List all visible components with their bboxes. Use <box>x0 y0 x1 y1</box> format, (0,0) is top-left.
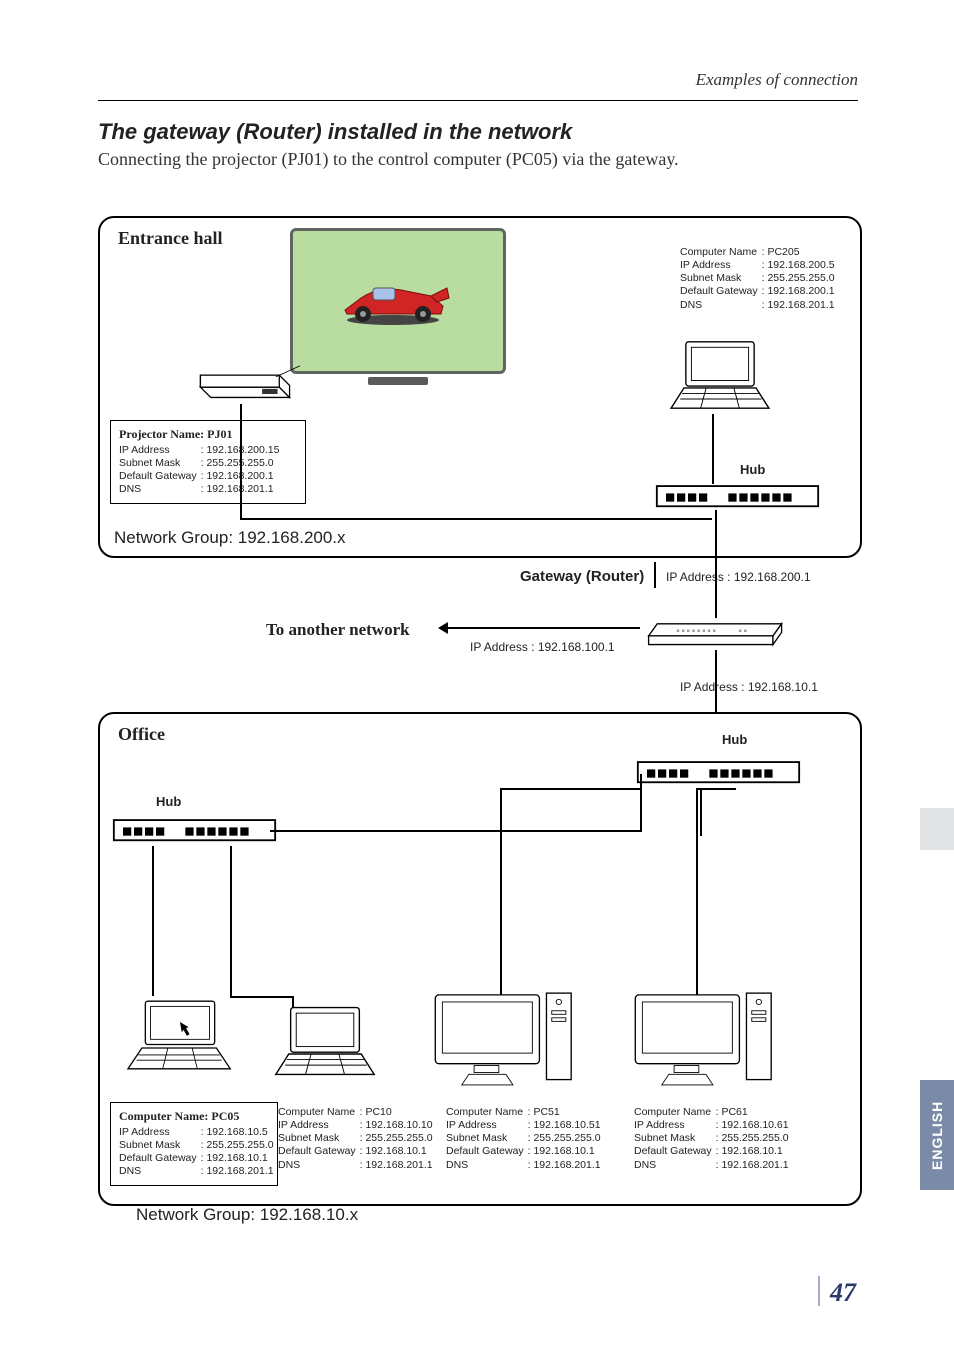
segment-office: Office Hub Hub <box>98 712 862 1206</box>
hub-label-right: Hub <box>722 732 747 747</box>
racecar-icon <box>333 276 453 326</box>
pc05-title: Computer Name: PC05 <box>119 1109 269 1124</box>
segment-title: Entrance hall <box>118 228 223 249</box>
to-another-network: To another network <box>266 620 410 640</box>
hub-label-top: Hub <box>740 462 765 477</box>
laptop-icon <box>660 336 780 414</box>
network-group-bottom: Network Group: 192.168.10.x <box>136 1205 358 1225</box>
desktop-icon <box>630 984 780 1094</box>
projector-icon <box>190 358 300 406</box>
desktop-icon <box>430 984 580 1094</box>
pc61-info: Computer Name: PC61 IP Address: 192.168.… <box>634 1106 793 1172</box>
router-icon <box>640 610 785 648</box>
pc05-info-box: Computer Name: PC05 IP Address: 192.168.… <box>110 1102 278 1186</box>
laptop-icon <box>260 1002 390 1080</box>
segment-title-office: Office <box>118 724 165 745</box>
projection-screen-icon <box>290 228 506 374</box>
hub-label-left: Hub <box>156 794 181 809</box>
pc51-info: Computer Name: PC51 IP Address: 192.168.… <box>446 1106 605 1172</box>
pc10-info: Computer Name: PC10 IP Address: 192.168.… <box>278 1106 437 1172</box>
section-lede: Connecting the projector (PJ01) to the c… <box>98 149 858 170</box>
segment-entrance-hall: Entrance hall Projector Name: PJ01 IP Ad… <box>98 216 862 558</box>
breadcrumb: Examples of connection <box>98 70 858 90</box>
hub-icon <box>112 818 277 846</box>
hub-icon <box>636 760 801 788</box>
laptop-icon <box>110 996 250 1074</box>
section-title: The gateway (Router) installed in the ne… <box>98 119 858 145</box>
projector-info-box: Projector Name: PJ01 IP Address: 192.168… <box>110 420 306 504</box>
header-rule <box>98 100 858 101</box>
arrow-left-icon <box>438 622 448 634</box>
projector-info-title: Projector Name: PJ01 <box>119 427 297 442</box>
gateway-ip-mid: IP Address : 192.168.100.1 <box>470 640 615 654</box>
language-tab: ENGLISH <box>920 1080 954 1190</box>
gateway-ip-top: IP Address : 192.168.200.1 <box>666 570 811 584</box>
projector-info-table: IP Address: 192.168.200.15 Subnet Mask: … <box>119 444 283 497</box>
side-indicator <box>920 808 954 850</box>
hub-icon <box>655 484 820 512</box>
gateway-ip-bottom: IP Address : 192.168.10.1 <box>680 680 818 694</box>
network-group-top: Network Group: 192.168.200.x <box>114 528 346 548</box>
page-number: 47 <box>830 1278 856 1308</box>
pc205-info: Computer Name: PC205 IP Address: 192.168… <box>680 246 839 312</box>
gateway-label: Gateway (Router) <box>520 568 644 585</box>
